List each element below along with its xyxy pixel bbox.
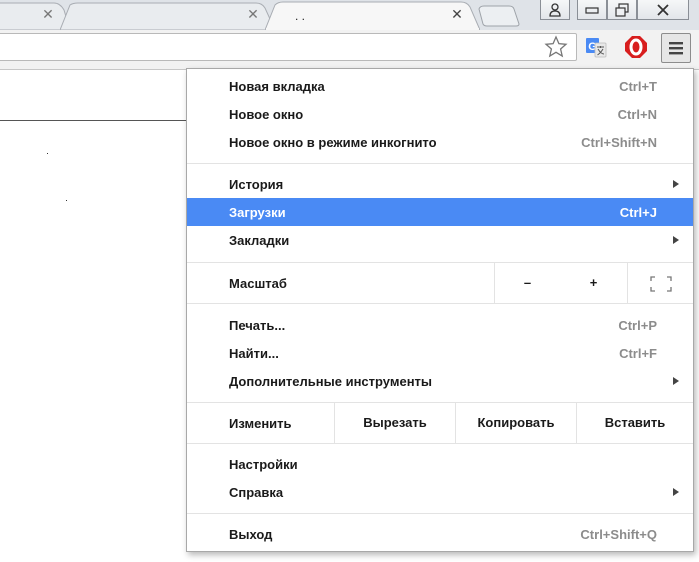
address-bar[interactable] (0, 33, 577, 61)
menu-item-shortcut: Ctrl+P (618, 318, 657, 333)
tab-title: . . (295, 9, 306, 23)
menu-item-label: Печать... (229, 318, 286, 333)
bookmark-star-icon[interactable] (544, 35, 568, 59)
chrome-menu-button[interactable] (661, 33, 691, 63)
user-icon (549, 2, 561, 17)
menu-separator (187, 163, 693, 164)
new-tab-button[interactable] (473, 0, 523, 30)
menu-item-label: Настройки (229, 457, 298, 472)
restore-button[interactable] (607, 0, 637, 20)
menu-item-settings[interactable]: Настройки (187, 450, 693, 478)
menu-item-label: Загрузки (229, 205, 286, 220)
menu-item-new-window[interactable]: Новое окно Ctrl+N (187, 100, 693, 128)
menu-item-shortcut: Ctrl+N (617, 107, 657, 122)
paste-button[interactable]: Вставить (576, 403, 693, 443)
menu-separator (187, 443, 693, 444)
menu-item-shortcut: Ctrl+Shift+Q (580, 527, 657, 542)
zoom-out-button[interactable]: – (494, 263, 560, 303)
zoom-out-label: – (523, 275, 532, 290)
menu-item-find[interactable]: Найти... Ctrl+F (187, 339, 693, 367)
menu-item-bookmarks[interactable]: Закладки (187, 226, 693, 254)
tab-shape (60, 2, 275, 30)
menu-item-shortcut: Ctrl+J (619, 205, 657, 220)
menu-item-label: Дополнительные инструменты (229, 374, 433, 389)
submenu-arrow-icon (673, 236, 679, 244)
menu-item-shortcut: Ctrl+T (619, 79, 657, 94)
menu-item-history[interactable]: История (187, 170, 693, 198)
restore-icon (615, 2, 629, 17)
page-divider (0, 120, 190, 121)
menu-item-label: Масштаб (229, 276, 287, 291)
paste-label: Вставить (604, 415, 666, 430)
close-tab-icon[interactable]: ✕ (449, 6, 465, 22)
tab-strip: ✕ ✕ . . ✕ (0, 0, 699, 30)
fullscreen-icon (649, 275, 672, 292)
google-translate-icon[interactable]: G (584, 35, 608, 59)
page-dot (47, 153, 48, 154)
close-tab-icon[interactable]: ✕ (40, 6, 56, 22)
close-window-button[interactable] (637, 0, 689, 20)
menu-item-print[interactable]: Печать... Ctrl+P (187, 311, 693, 339)
close-icon (657, 3, 669, 16)
cut-button[interactable]: Вырезать (334, 403, 455, 443)
new-tab-icon (478, 5, 520, 27)
menu-item-shortcut: Ctrl+F (619, 346, 657, 361)
minimize-icon (585, 6, 599, 14)
chrome-menu-icon (669, 42, 683, 55)
submenu-arrow-icon (673, 488, 679, 496)
menu-item-label: Новая вкладка (229, 79, 325, 94)
zoom-in-button[interactable]: + (560, 263, 627, 303)
close-tab-icon[interactable]: ✕ (245, 6, 261, 22)
copy-button[interactable]: Копировать (455, 403, 576, 443)
zoom-in-label: + (589, 275, 598, 290)
menu-item-label: История (229, 177, 284, 192)
menu-item-downloads[interactable]: Загрузки Ctrl+J (187, 198, 693, 226)
menu-separator (187, 303, 693, 304)
menu-item-label: Изменить (229, 416, 292, 431)
user-profile-button[interactable] (540, 0, 570, 20)
menu-item-label: Новое окно в режиме инкогнито (229, 135, 437, 150)
cut-label: Вырезать (363, 415, 427, 430)
menu-item-new-tab[interactable]: Новая вкладка Ctrl+T (187, 72, 693, 100)
menu-item-incognito[interactable]: Новое окно в режиме инкогнито Ctrl+Shift… (187, 128, 693, 156)
menu-item-more-tools[interactable]: Дополнительные инструменты (187, 367, 693, 395)
copy-label: Копировать (477, 415, 555, 430)
browser-toolbar: G (0, 30, 699, 70)
menu-item-shortcut: Ctrl+Shift+N (581, 135, 657, 150)
menu-item-exit[interactable]: Выход Ctrl+Shift+Q (187, 520, 693, 548)
fullscreen-button[interactable] (627, 263, 693, 303)
menu-item-label: Выход (229, 527, 273, 542)
menu-item-label: Найти... (229, 346, 279, 361)
submenu-arrow-icon (673, 377, 679, 385)
menu-item-help[interactable]: Справка (187, 478, 693, 506)
adblock-icon[interactable] (624, 35, 648, 59)
tab-2[interactable]: ✕ (60, 0, 275, 30)
page-dot (66, 200, 67, 201)
tab-3-active[interactable]: . . ✕ (265, 0, 480, 30)
chrome-main-menu: Новая вкладка Ctrl+T Новое окно Ctrl+N Н… (186, 68, 694, 552)
submenu-arrow-icon (673, 180, 679, 188)
menu-item-label: Новое окно (229, 107, 304, 122)
menu-item-label: Справка (229, 485, 284, 500)
minimize-button[interactable] (577, 0, 607, 20)
menu-item-label: Закладки (229, 233, 290, 248)
menu-separator (187, 513, 693, 514)
